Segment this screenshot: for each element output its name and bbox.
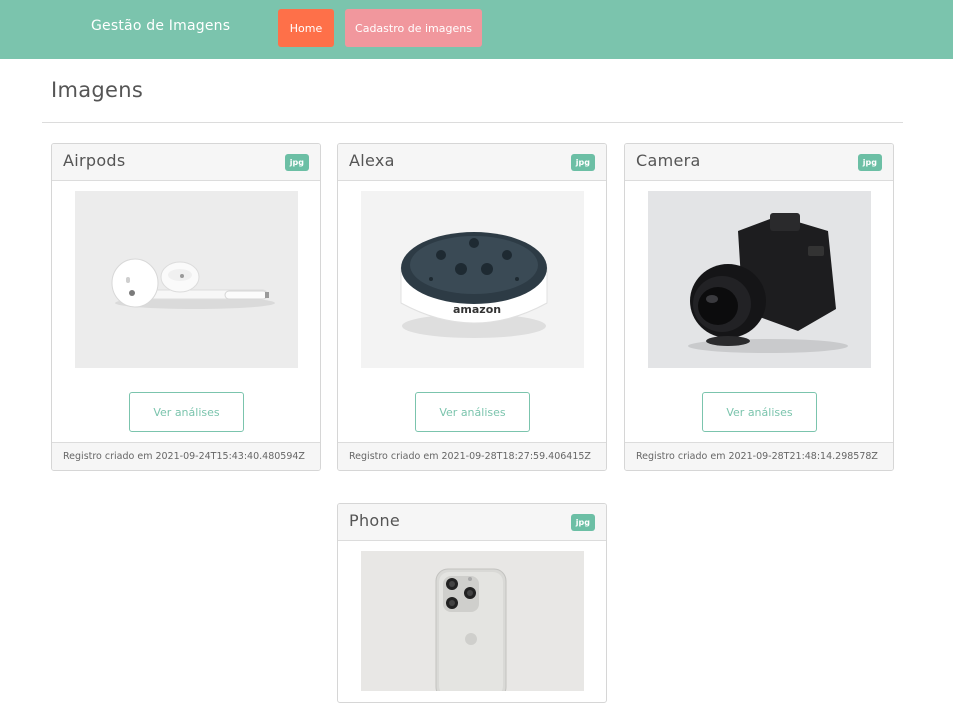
card-title: Airpods	[63, 151, 126, 170]
cadastro-imagens-button[interactable]: Cadastro de imagens	[345, 9, 482, 47]
card-header: Alexa jpg	[338, 144, 606, 181]
card-footer: Registro criado em 2021-09-24T15:43:40.4…	[52, 442, 320, 470]
image-card-airpods: Airpods jpg Ver análises Registro criado…	[51, 143, 321, 471]
airpods-image	[75, 191, 298, 368]
home-button[interactable]: Home	[278, 9, 334, 47]
card-title: Alexa	[349, 151, 395, 170]
camera-image	[648, 191, 871, 368]
divider	[42, 122, 903, 123]
ver-analises-button[interactable]: Ver análises	[415, 392, 530, 432]
phone-image	[361, 551, 584, 691]
page-title: Imagens	[51, 78, 144, 102]
svg-text:amazon: amazon	[453, 303, 501, 316]
card-header: Airpods jpg	[52, 144, 320, 181]
ver-analises-button[interactable]: Ver análises	[702, 392, 817, 432]
card-title: Camera	[636, 151, 701, 170]
file-type-badge: jpg	[570, 514, 595, 531]
card-footer: Registro criado em 2021-09-28T18:27:59.4…	[338, 442, 606, 470]
file-type-badge: jpg	[570, 154, 595, 171]
card-title: Phone	[349, 511, 401, 530]
ver-analises-button[interactable]: Ver análises	[129, 392, 244, 432]
image-card-camera: Camera jpg Ver análises Registro criado …	[624, 143, 894, 471]
image-card-phone: Phone jpg	[337, 503, 607, 703]
card-header: Phone jpg	[338, 504, 606, 541]
navbar: Gestão de Imagens Home Cadastro de image…	[0, 0, 953, 59]
file-type-badge: jpg	[857, 154, 882, 171]
alexa-image: amazon	[361, 191, 584, 368]
file-type-badge: jpg	[284, 154, 309, 171]
image-card-alexa: Alexa jpg amazon Ver análises Registro c…	[337, 143, 607, 471]
card-header: Camera jpg	[625, 144, 893, 181]
brand-title[interactable]: Gestão de Imagens	[91, 18, 230, 34]
card-footer: Registro criado em 2021-09-28T21:48:14.2…	[625, 442, 893, 470]
